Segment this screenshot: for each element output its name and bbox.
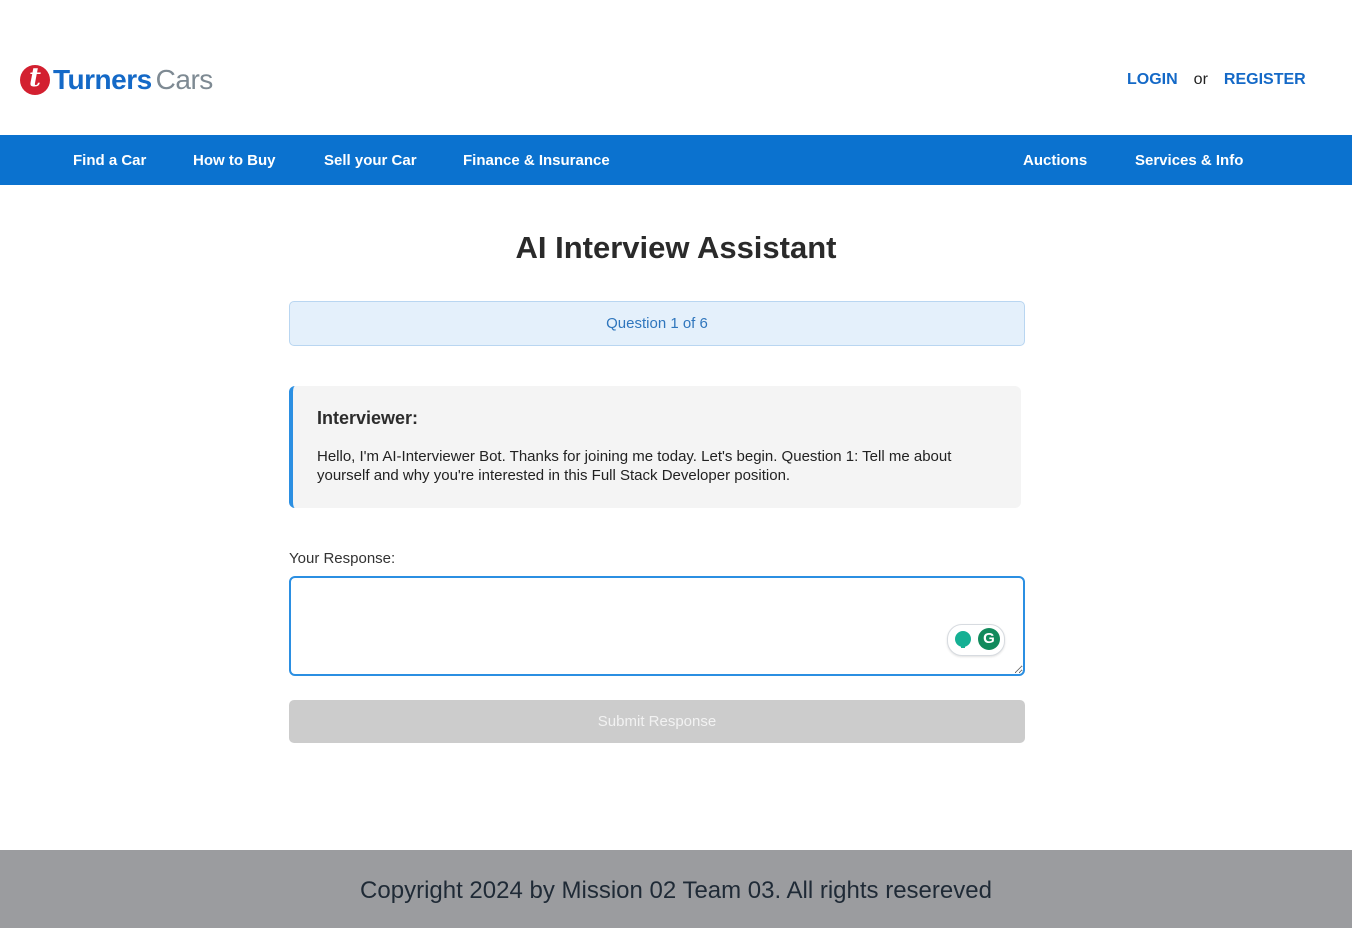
nav-item-auctions[interactable]: Auctions [1023, 135, 1087, 185]
lightbulb-icon[interactable] [955, 631, 971, 648]
nav-item-how-to-buy[interactable]: How to Buy [193, 135, 276, 185]
interviewer-message: Hello, I'm AI-Interviewer Bot. Thanks fo… [317, 448, 952, 484]
main-nav: Find a Car How to Buy Sell your Car Fina… [0, 135, 1352, 185]
nav-item-finance-insurance[interactable]: Finance & Insurance [463, 135, 610, 185]
grammarly-icon[interactable]: G [978, 628, 1000, 650]
nav-item-services-info[interactable]: Services & Info [1135, 135, 1243, 185]
login-link[interactable]: LOGIN [1127, 71, 1178, 89]
response-textarea[interactable] [289, 576, 1025, 676]
turners-logo[interactable]: t Turners Cars [20, 63, 214, 96]
page-title: AI Interview Assistant [515, 230, 837, 265]
site-header: t Turners Cars LOGIN or REGISTER [0, 0, 1352, 135]
response-label: Your Response: [289, 550, 396, 567]
site-footer: Copyright 2024 by Mission 02 Team 03. Al… [0, 850, 1352, 928]
interviewer-message-card: Interviewer: Hello, I'm AI-Interviewer B… [289, 386, 1021, 508]
logo-word-turners: Turners [53, 64, 152, 95]
nav-item-sell-your-car[interactable]: Sell your Car [324, 135, 417, 185]
auth-or-text: or [1193, 71, 1208, 88]
grammarly-widget[interactable]: G [947, 624, 1005, 656]
auth-links: LOGIN or REGISTER [1127, 71, 1306, 89]
interviewer-label: Interviewer: [317, 408, 419, 428]
nav-item-find-a-car[interactable]: Find a Car [73, 135, 146, 185]
turners-logo-icon: t [20, 63, 50, 95]
register-link[interactable]: REGISTER [1224, 71, 1306, 89]
logo-word-cars: Cars [155, 64, 214, 95]
question-progress-banner: Question 1 of 6 [289, 301, 1025, 346]
footer-copyright: Copyright 2024 by Mission 02 Team 03. Al… [360, 877, 992, 904]
submit-response-button[interactable]: Submit Response [289, 700, 1025, 743]
